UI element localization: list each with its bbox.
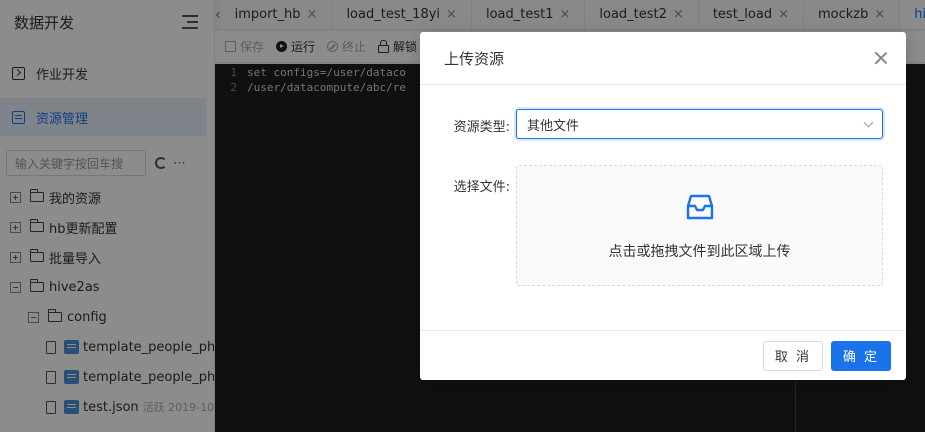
dialog-title: 上传资源	[444, 49, 505, 68]
dialog-header: 上传资源	[420, 32, 906, 85]
upload-resource-dialog: 上传资源 资源类型: 其他文件 选择文件: 点击或拖拽文件到此区域上传 取 消 …	[420, 32, 906, 380]
cancel-button[interactable]: 取 消	[763, 340, 823, 371]
upload-dropzone[interactable]: 点击或拖拽文件到此区域上传	[516, 165, 883, 286]
chevron-down-icon	[863, 117, 874, 127]
file-label: 选择文件:	[453, 180, 510, 195]
resource-type-row: 资源类型:	[420, 116, 516, 135]
select-value: 其他文件	[527, 118, 580, 134]
dropzone-hint: 点击或拖拽文件到此区域上传	[608, 243, 791, 260]
file-row: 选择文件:	[420, 176, 516, 195]
resource-type-label: 资源类型:	[453, 120, 510, 135]
resource-type-select[interactable]: 其他文件	[516, 109, 883, 139]
inbox-icon	[686, 194, 713, 219]
confirm-button[interactable]: 确 定	[831, 340, 891, 371]
close-icon[interactable]	[874, 51, 888, 65]
dialog-footer: 取 消 确 定	[420, 330, 906, 380]
